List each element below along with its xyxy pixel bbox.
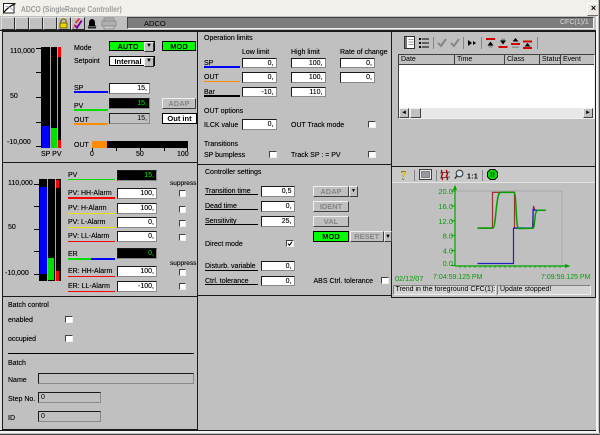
- svg-text:16.0: 16.0: [438, 202, 453, 211]
- svg-text:?: ?: [401, 170, 407, 182]
- svg-text:20.0: 20.0: [438, 187, 453, 196]
- svg-text:12.0: 12.0: [438, 217, 453, 226]
- svg-text:1:1: 1:1: [467, 174, 478, 181]
- svg-text:0.0: 0.0: [443, 259, 453, 268]
- svg-text:4.0: 4.0: [443, 247, 453, 256]
- svg-text:8.0: 8.0: [443, 232, 453, 241]
